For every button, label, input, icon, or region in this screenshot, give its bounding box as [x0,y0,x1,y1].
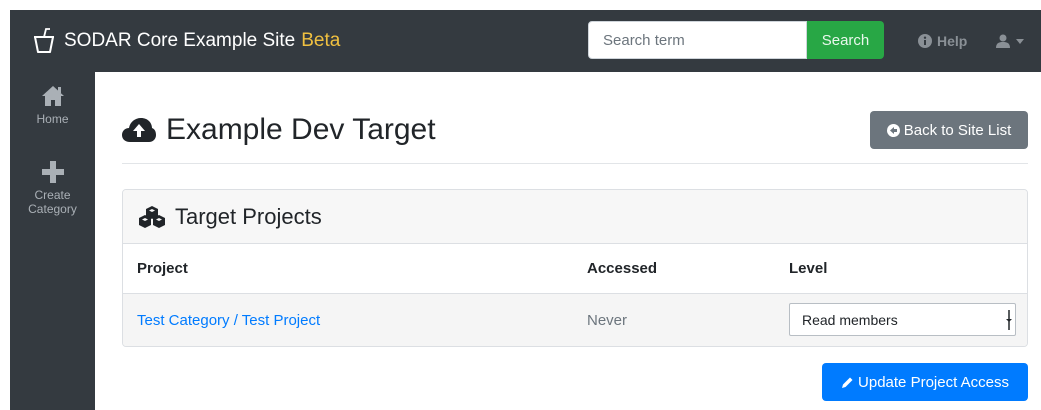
sidebar-item-home[interactable]: Home [10,84,95,126]
card-header: Target Projects [123,190,1027,244]
site-name: SODAR Core Example Site [64,30,296,51]
caret-down-icon [1016,38,1024,44]
page: SODAR Core Example Site Beta Search term… [0,0,1041,410]
card-title: Target Projects [175,203,322,229]
back-button-label: Back to Site List [903,121,1012,139]
target-projects-card: Target Projects Project Accessed Level T… [122,189,1028,347]
back-to-site-list-button[interactable]: Back to Site List [870,111,1028,149]
user-menu-dropdown[interactable] [996,31,1024,51]
search-input[interactable]: Search term [588,21,807,59]
update-button-label: Update Project Access [858,373,1009,391]
beta-badge: Beta [301,30,341,51]
update-project-access-button[interactable]: Update Project Access [822,363,1028,401]
help-link[interactable]: Help [918,31,967,51]
title-divider [122,163,1028,164]
help-label: Help [937,33,968,49]
home-icon [41,86,64,106]
top-navbar: SODAR Core Example Site Beta Search term… [10,10,1041,72]
cup-icon [34,28,54,53]
site-brand-link[interactable]: SODAR Core Example Site Beta [32,28,340,54]
column-header-project: Project [137,260,188,277]
sidebar-item-label: Home [36,112,69,126]
project-link[interactable]: Test Category / Test Project [137,312,320,329]
sidebar-item-create-category[interactable]: Create Category [10,160,95,216]
accessed-value: Never [587,312,628,329]
user-icon [996,34,1010,48]
plus-icon [41,161,64,183]
column-header-level: Level [789,260,828,277]
pencil-icon [842,377,853,388]
cubes-icon [139,205,165,228]
search-button[interactable]: Search [807,21,884,59]
select-arrows-icon [1006,310,1012,330]
page-title-text: Example Dev Target [166,113,436,146]
sidebar: Home Create Category [10,72,95,410]
info-circle-icon [918,34,932,48]
sidebar-item-label: Create Category [28,188,77,216]
arrow-circle-left-icon [886,123,900,137]
cloud-upload-icon [122,118,156,142]
level-select[interactable]: Read members [789,303,1016,336]
column-header-accessed: Accessed [587,260,658,277]
level-select-value: Read members [802,311,898,328]
page-title: Example Dev Target [122,110,436,150]
